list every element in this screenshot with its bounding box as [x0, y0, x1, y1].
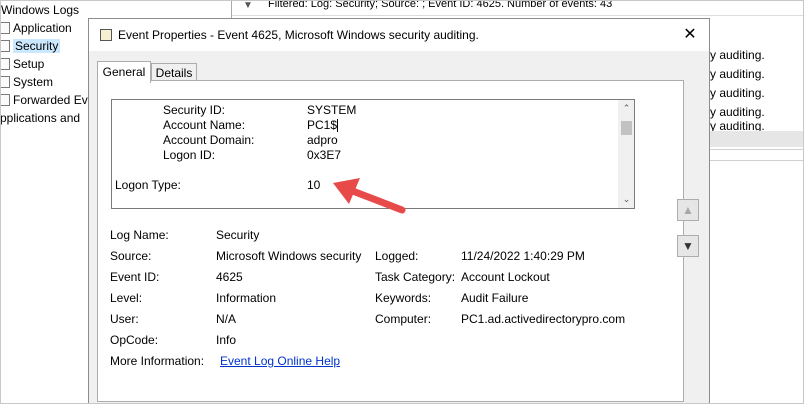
- log-file-icon: [0, 40, 10, 52]
- tab-label: Details: [155, 66, 193, 80]
- tree-item-label: pplications and: [0, 111, 81, 125]
- source-value: Microsoft Windows security: [216, 249, 362, 263]
- desc-key: Logon ID:: [163, 148, 216, 162]
- tab-label: General: [102, 65, 146, 79]
- log-file-icon: [0, 76, 10, 88]
- tab-general[interactable]: General: [97, 61, 151, 83]
- event-row-text: y auditing.: [710, 67, 765, 81]
- logged-label: Logged:: [375, 249, 419, 263]
- tree-item-security[interactable]: Security: [0, 38, 61, 55]
- arrow-up-icon: ▲: [682, 203, 694, 217]
- event-row[interactable]: y auditing.: [710, 65, 804, 83]
- log-file-icon: [0, 94, 10, 106]
- tree-item-windows-logs[interactable]: Windows Logs: [1, 2, 79, 19]
- scroll-up-icon[interactable]: ⌃: [618, 101, 634, 115]
- tree-item-label: System: [13, 75, 54, 89]
- event-row[interactable]: y auditing.: [710, 84, 804, 102]
- scroll-thumb[interactable]: [621, 121, 632, 135]
- tree-item-label: Windows Logs: [1, 3, 80, 17]
- tree-item-label: Application: [13, 21, 72, 35]
- user-label: User:: [110, 312, 139, 326]
- desc-value: PC1$: [307, 118, 338, 132]
- logon-type-value: 10: [307, 178, 321, 192]
- log-name-value: Security: [216, 228, 260, 242]
- level-value: Information: [216, 291, 277, 305]
- filter-text: Filtered: Log: Security; Source: ; Event…: [268, 0, 613, 10]
- desc-key: Account Domain:: [163, 133, 255, 147]
- log-tree: Windows Logs Application Security Setup …: [0, 0, 88, 404]
- logon-type-label: Logon Type:: [115, 178, 181, 192]
- event-id-label: Event ID:: [110, 270, 160, 284]
- user-value: N/A: [216, 312, 237, 326]
- close-button[interactable]: ✕: [677, 23, 703, 47]
- tree-item-label: Forwarded Eve: [13, 93, 88, 107]
- more-info-label: More Information:: [110, 354, 205, 368]
- desc-key: Security ID:: [163, 103, 226, 117]
- desc-value: SYSTEM: [307, 103, 357, 117]
- tab-details[interactable]: Details: [151, 63, 197, 81]
- level-label: Level:: [110, 291, 143, 305]
- arrow-down-icon: ▼: [682, 239, 694, 253]
- source-label: Source:: [110, 249, 152, 263]
- event-id-value: 4625: [216, 270, 243, 284]
- computer-value: PC1.ad.activedirectorypro.com: [461, 312, 626, 326]
- next-event-button[interactable]: ▼: [677, 235, 699, 257]
- tree-item-setup[interactable]: Setup: [0, 56, 44, 73]
- filter-icon: ▼: [243, 0, 253, 11]
- pane-separator: [710, 160, 804, 161]
- list-scrollbar-area: [710, 131, 804, 147]
- logged-value: 11/24/2022 1:40:29 PM: [461, 249, 585, 263]
- event-row-text: y auditing.: [710, 48, 765, 62]
- log-name-label: Log Name:: [110, 228, 169, 242]
- opcode-label: OpCode:: [110, 333, 159, 347]
- tree-item-system[interactable]: System: [0, 74, 53, 91]
- dialog-title: Event Properties - Event 4625, Microsoft…: [118, 28, 479, 42]
- tree-item-label: Security: [13, 39, 61, 53]
- log-file-icon: [0, 22, 10, 34]
- event-row[interactable]: y auditing.: [710, 121, 804, 131]
- text-cursor: [337, 119, 338, 132]
- event-row[interactable]: y auditing.: [710, 46, 804, 64]
- event-row[interactable]: y auditing.: [710, 103, 804, 121]
- tree-item-application[interactable]: Application: [0, 20, 72, 37]
- tree-item-applications-services[interactable]: pplications and: [0, 110, 80, 127]
- previous-event-button[interactable]: ▲: [677, 199, 699, 221]
- event-row-text: y auditing.: [710, 105, 765, 119]
- tree-item-label: Setup: [13, 57, 45, 71]
- pane-separator: [710, 149, 804, 150]
- keywords-label: Keywords:: [375, 291, 432, 305]
- log-file-icon: [0, 58, 10, 70]
- event-log-online-help-link[interactable]: Event Log Online Help: [220, 353, 340, 369]
- opcode-value: Info: [216, 333, 237, 347]
- task-category-label: Task Category:: [375, 270, 456, 284]
- event-row-text: y auditing.: [710, 121, 765, 131]
- desc-key: Account Name:: [163, 118, 246, 132]
- task-category-value: Account Lockout: [461, 270, 550, 284]
- computer-label: Computer:: [375, 312, 432, 326]
- keywords-value: Audit Failure: [461, 291, 529, 305]
- event-viewer-icon: [100, 29, 112, 41]
- dialog-titlebar[interactable]: Event Properties - Event 4625, Microsoft…: [89, 19, 709, 51]
- description-scrollbar[interactable]: ⌃ ⌄: [618, 100, 634, 208]
- event-properties-dialog: Event Properties - Event 4625, Microsoft…: [88, 18, 710, 404]
- event-description-box[interactable]: Security ID: SYSTEM Account Name: PC1$ A…: [111, 99, 635, 209]
- event-row-text: y auditing.: [710, 86, 765, 100]
- desc-value: 0x3E7: [307, 148, 342, 162]
- tree-item-forwarded-events[interactable]: Forwarded Eve: [0, 92, 88, 109]
- scroll-down-icon[interactable]: ⌄: [618, 192, 634, 206]
- desc-value: adpro: [307, 133, 338, 147]
